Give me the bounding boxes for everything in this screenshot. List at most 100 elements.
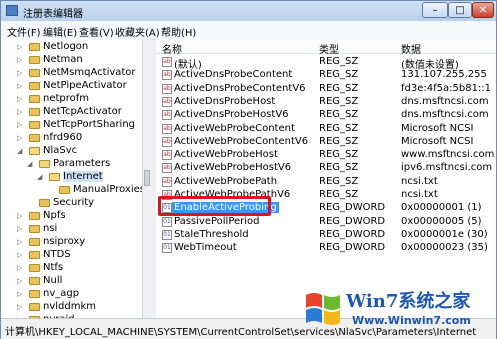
expand-closed-icon[interactable]: ▷ (17, 94, 24, 104)
value-row[interactable]: ab ActiveWebProbeHostV6 REG_SZ ipv6.msftncs… (156, 162, 496, 175)
value-row[interactable]: ab ActiveWebProbeContentV6 REG_SZ Microsoft… (156, 136, 496, 149)
expand-closed-icon[interactable]: ▷ (17, 107, 24, 117)
expand-closed-icon[interactable]: ▷ (17, 263, 24, 273)
value-row[interactable]: 01 WebTimeout REG_DWORD 0x00000023 (35) (156, 242, 496, 255)
tree-item-label: Parameters (53, 158, 111, 169)
value-row[interactable]: ab ActiveDnsProbeHost REG_SZ dns.msftncsi.c… (156, 96, 496, 109)
tree-item-label: Netman (43, 54, 83, 65)
value-data: fd3e:4f5a:5b81::1 (401, 82, 492, 94)
column-header-name[interactable]: 名称 (162, 41, 182, 56)
menu-favorites[interactable]: 收藏夹(A) (115, 24, 160, 39)
list-header: 名称 类型 数据 (156, 39, 496, 56)
folder-icon (29, 147, 40, 155)
value-data: Microsoft NCSI (401, 135, 474, 147)
minimize-button[interactable]: – (422, 2, 448, 18)
value-row[interactable]: ab ActiveDnsProbeContentV6 REG_SZ fd3e:4f5a… (156, 83, 496, 96)
value-row[interactable]: ab (默认) REG_SZ (数值未设置) (156, 56, 496, 71)
tree-item-label: NTDS (43, 249, 71, 260)
value-row[interactable]: 01 PassivePollPeriod REG_DWORD 0x00000005 (… (156, 216, 496, 229)
expand-open-icon[interactable]: ◢ (27, 159, 34, 169)
folder-icon (29, 134, 40, 142)
value-data: 0x0000001e (30) (401, 228, 488, 240)
folder-icon (39, 199, 50, 207)
expand-closed-icon[interactable]: ▷ (17, 289, 24, 299)
value-name: ActiveWebProbeContent (174, 122, 295, 134)
tree-item-label: Security (53, 197, 95, 208)
expand-closed-icon[interactable]: ▷ (17, 133, 24, 143)
expand-open-icon[interactable]: ◢ (37, 172, 44, 182)
expand-closed-icon[interactable]: ▷ (17, 55, 24, 65)
folder-icon (49, 173, 60, 181)
tree-item-label: NetPipeActivator (43, 80, 127, 91)
value-row[interactable]: 01 StaleThreshold REG_DWORD 0x0000001e (30) (156, 229, 496, 242)
expand-closed-icon[interactable]: ▷ (17, 302, 24, 312)
tree-item-label: NetTcpPortSharing (43, 119, 136, 130)
expand-closed-icon[interactable]: ▷ (17, 211, 24, 221)
value-name: ActiveDnsProbeContent (174, 69, 293, 81)
reg-dword-icon: 01 (162, 243, 172, 254)
expand-closed-icon[interactable]: ▷ (17, 81, 24, 91)
value-name: PassivePollPeriod (174, 215, 260, 227)
value-data: 0x00000001 (1) (401, 202, 482, 214)
value-name: ActiveDnsProbeContentV6 (174, 82, 306, 94)
menu-bar: 文件(F) 编辑(E) 查看(V) 收藏夹(A) 帮助(H) (1, 21, 496, 40)
menu-edit[interactable]: 编辑(E) (43, 24, 77, 39)
value-name: ActiveWebProbeHost (174, 149, 278, 161)
tree-item-label: nsiproxy (43, 236, 86, 247)
value-data: ipv6.msftncsi.com (401, 162, 493, 174)
registry-key-tree[interactable]: ▷ Netlogon ▷ Netman ▷ NetMsmqActivator ▷ NetPip… (1, 39, 151, 318)
close-button[interactable]: ✕ (472, 2, 494, 18)
value-data: ncsi.txt (401, 189, 438, 200)
expand-closed-icon[interactable]: ▷ (17, 42, 24, 52)
expand-open-icon[interactable]: ◢ (17, 146, 24, 156)
value-row[interactable]: ab ActiveWebProbeContent REG_SZ Microsoft N… (156, 123, 496, 136)
value-type: REG_DWORD (319, 228, 386, 240)
tree-scrollbar[interactable] (142, 39, 151, 318)
reg-dword-icon: 01 (162, 216, 172, 227)
maximize-button[interactable]: □ (448, 2, 472, 18)
reg-string-icon: ab (162, 110, 172, 121)
value-row[interactable]: ab ActiveDnsProbeContent REG_SZ 131.107.255… (156, 69, 496, 82)
value-data: 131.107.255.255 (401, 69, 487, 81)
value-row[interactable]: ab ActiveWebProbePathV6 REG_SZ ncsi.txt (156, 189, 496, 202)
registry-app-icon (6, 5, 18, 16)
value-type: REG_SZ (319, 189, 359, 200)
column-header-data[interactable]: 数据 (401, 41, 421, 56)
window-title: 注册表编辑器 (23, 9, 83, 20)
expand-closed-icon[interactable]: ▷ (17, 120, 24, 130)
reg-dword-icon: 01 (162, 229, 172, 240)
tree-scrollbar-thumb[interactable] (144, 170, 150, 186)
folder-icon (29, 225, 40, 233)
expand-closed-icon[interactable]: ▷ (17, 276, 24, 286)
expand-closed-icon[interactable]: ▷ (17, 237, 24, 247)
tree-item-label: nsi (43, 223, 58, 234)
folder-icon (29, 82, 40, 90)
expand-closed-icon[interactable]: ▷ (17, 68, 24, 78)
menu-view[interactable]: 查看(V) (79, 24, 114, 39)
value-type: REG_SZ (319, 109, 359, 121)
menu-help[interactable]: 帮助(H) (161, 24, 196, 39)
value-row[interactable]: ab ActiveWebProbePath REG_SZ ncsi.txt (156, 176, 496, 189)
reg-string-icon: ab (162, 136, 172, 147)
folder-icon (39, 160, 50, 168)
reg-string-icon: ab (162, 176, 172, 187)
value-row[interactable]: ab ActiveWebProbeHost REG_SZ www.msftncsi.c… (156, 149, 496, 162)
value-name: ActiveWebProbePathV6 (174, 189, 291, 200)
value-data: dns.msftncsi.com (401, 109, 489, 121)
expand-closed-icon[interactable]: ▷ (17, 224, 24, 234)
column-header-type[interactable]: 类型 (319, 41, 339, 56)
folder-icon (29, 69, 40, 77)
value-row[interactable]: 01 EnableActiveProbing REG_DWORD 0x00000001… (156, 202, 496, 215)
reg-string-icon: ab (162, 83, 172, 94)
tree-item-label: Null (43, 275, 63, 286)
value-name: StaleThreshold (174, 228, 249, 240)
folder-icon (29, 108, 40, 116)
registry-editor-window: 注册表编辑器 – □ ✕ 文件(F) 编辑(E) 查看(V) 收藏夹(A) 帮助… (0, 0, 497, 339)
tree-item-label: NetTcpActivator (43, 106, 122, 117)
value-type: REG_SZ (319, 95, 359, 107)
menu-file[interactable]: 文件(F) (7, 24, 41, 39)
folder-icon (29, 251, 40, 259)
expand-closed-icon[interactable]: ▷ (17, 250, 24, 260)
reg-string-icon: ab (162, 163, 172, 174)
value-row[interactable]: ab ActiveDnsProbeHostV6 REG_SZ dns.msftncsi… (156, 109, 496, 122)
